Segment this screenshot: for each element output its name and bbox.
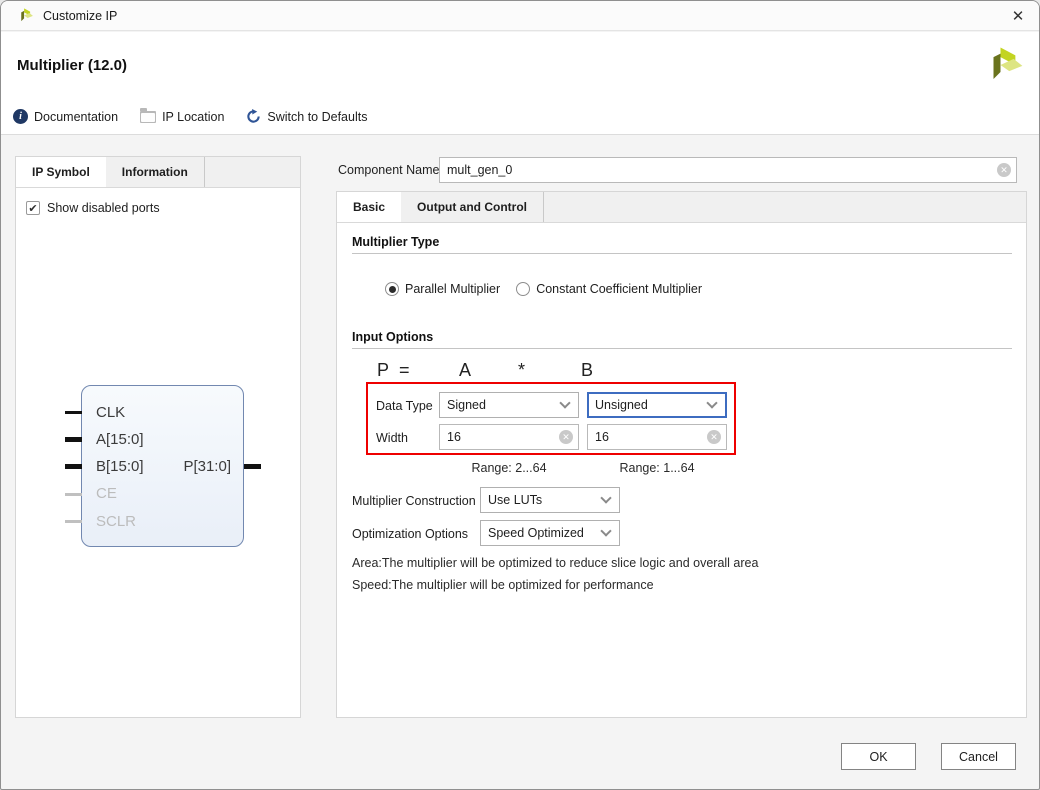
equation-b: B [581,360,593,381]
ip-symbol-diagram: CLK A[15:0] B[15:0] CE SCLR P[31:0] [81,385,244,547]
dialog-header: Multiplier (12.0) i Documentation IP Loc… [1,32,1039,135]
toolbar: i Documentation IP Location Switch to De… [13,109,367,124]
vendor-logo [983,44,1025,86]
ip-location-label: IP Location [162,110,224,124]
chevron-down-icon [600,492,611,503]
customize-ip-dialog: Customize IP ✕ Multiplier (12.0) i Docum… [0,0,1040,790]
tab-information[interactable]: Information [106,157,205,187]
folder-icon [140,111,156,123]
optimization-options-dropdown[interactable]: Speed Optimized [480,520,620,546]
divider [352,348,1012,349]
component-name-label: Component Name [338,163,439,177]
ip-symbol-panel: IP Symbol Information ✔ Show disabled po… [15,156,301,718]
port-sclr-label: SCLR [96,513,136,530]
b-stub [65,464,82,469]
p-stub [244,464,261,469]
sclr-stub [65,520,82,523]
input-options-heading: Input Options [352,330,433,344]
data-type-a-dropdown[interactable]: Signed [439,392,579,418]
info-icon: i [13,109,28,124]
component-name-input[interactable] [439,157,1017,183]
width-b-input[interactable] [587,424,727,450]
width-b-field-wrap: ✕ [587,424,727,450]
equation-a: A [459,360,471,381]
multiplier-construction-value: Use LUTs [488,493,542,507]
port-ce-label: CE [96,485,117,502]
parallel-multiplier-label: Parallel Multiplier [405,282,500,296]
divider [352,253,1012,254]
show-disabled-ports-checkbox[interactable]: ✔ Show disabled ports [26,201,160,215]
ok-button[interactable]: OK [841,743,916,770]
refresh-icon [246,109,261,124]
switch-to-defaults-label: Switch to Defaults [267,110,367,124]
data-type-b-value: Unsigned [595,398,648,412]
cancel-button[interactable]: Cancel [941,743,1016,770]
switch-to-defaults-button[interactable]: Switch to Defaults [246,109,367,124]
tab-basic[interactable]: Basic [337,192,401,222]
range-a-label: Range: 2...64 [439,461,579,475]
window-title: Customize IP [43,9,117,23]
multiplier-type-heading: Multiplier Type [352,235,439,249]
port-clk-label: CLK [96,404,125,421]
radio-unselected-icon [516,282,530,296]
title-bar: Customize IP ✕ [1,1,1039,31]
a-stub [65,437,82,442]
app-logo-icon [17,7,34,24]
checkbox-icon: ✔ [26,201,40,215]
equation-eq: = [399,360,410,381]
constant-coefficient-radio[interactable]: Constant Coefficient Multiplier [516,282,702,296]
left-tabstrip: IP Symbol Information [16,157,300,188]
data-type-label: Data Type [376,399,433,413]
close-icon[interactable]: ✕ [1005,4,1031,28]
port-b-label: B[15:0] [96,458,144,475]
clear-icon[interactable]: ✕ [997,163,1011,177]
speed-note: Speed:The multiplier will be optimized f… [352,578,654,592]
constant-coefficient-label: Constant Coefficient Multiplier [536,282,702,296]
clk-stub [65,411,82,414]
ce-stub [65,493,82,496]
tab-ip-symbol[interactable]: IP Symbol [16,157,106,187]
show-disabled-ports-label: Show disabled ports [47,201,160,215]
width-a-input[interactable] [439,424,579,450]
multiplier-construction-label: Multiplier Construction [352,494,476,508]
port-a-label: A[15:0] [96,431,144,448]
component-name-row: Component Name ✕ [338,157,447,183]
radio-selected-icon [385,282,399,296]
ip-location-button[interactable]: IP Location [140,110,224,124]
chevron-down-icon [706,397,717,408]
ip-core-title: Multiplier (12.0) [17,57,127,74]
port-p-label: P[31:0] [183,458,231,475]
data-type-b-dropdown[interactable]: Unsigned [587,392,727,418]
equation-star: * [518,360,525,381]
area-note: Area:The multiplier will be optimized to… [352,556,758,570]
width-a-field-wrap: ✕ [439,424,579,450]
documentation-label: Documentation [34,110,118,124]
equation-p: P [377,360,389,381]
width-label: Width [376,431,408,445]
configuration-panel: Basic Output and Control Multiplier Type… [336,191,1027,718]
parallel-multiplier-radio[interactable]: Parallel Multiplier [385,282,500,296]
documentation-button[interactable]: i Documentation [13,109,118,124]
multiplier-construction-dropdown[interactable]: Use LUTs [480,487,620,513]
range-b-label: Range: 1...64 [587,461,727,475]
optimization-options-label: Optimization Options [352,527,468,541]
chevron-down-icon [600,525,611,536]
multiplier-type-options: Parallel Multiplier Constant Coefficient… [385,282,702,296]
clear-icon[interactable]: ✕ [559,430,573,444]
optimization-options-value: Speed Optimized [488,526,584,540]
clear-icon[interactable]: ✕ [707,430,721,444]
main-tabstrip: Basic Output and Control [337,192,1026,223]
tab-output-and-control[interactable]: Output and Control [401,192,544,222]
data-type-a-value: Signed [447,398,486,412]
chevron-down-icon [559,397,570,408]
